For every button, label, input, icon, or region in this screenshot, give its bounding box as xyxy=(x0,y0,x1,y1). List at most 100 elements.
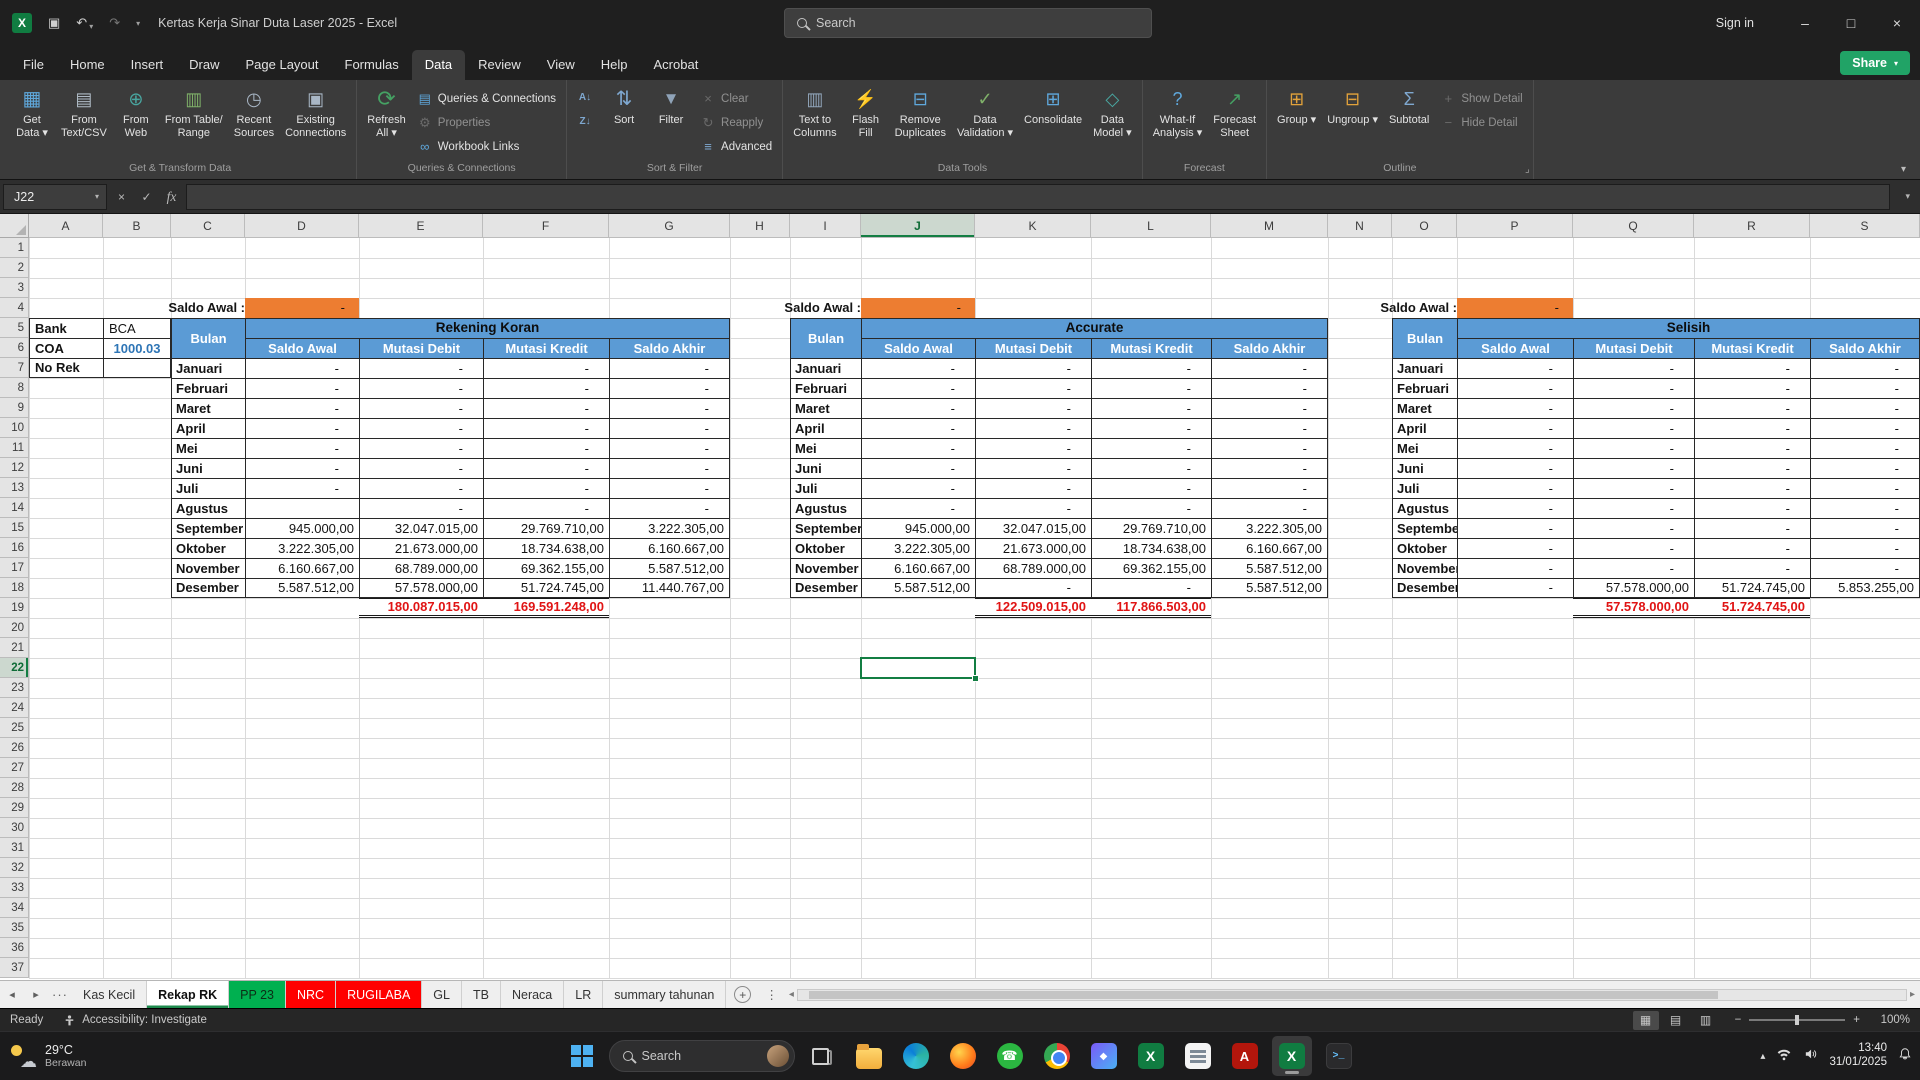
cell-J11[interactable]: - xyxy=(861,438,975,458)
column-header-D[interactable]: D xyxy=(245,214,359,238)
cell-P13[interactable]: - xyxy=(1457,478,1573,498)
cell-R8[interactable]: - xyxy=(1694,378,1810,398)
column-header-L[interactable]: L xyxy=(1091,214,1211,238)
cell-I14[interactable]: Agustus xyxy=(790,498,861,518)
cell-E19[interactable]: 180.087.015,00 xyxy=(359,598,483,618)
row-header-29[interactable]: 29 xyxy=(0,798,29,818)
cell-M9[interactable]: - xyxy=(1211,398,1328,418)
cell-C4[interactable]: Saldo Awal : xyxy=(171,298,245,318)
cell-M18[interactable]: 5.587.512,00 xyxy=(1211,578,1328,598)
cell-J12[interactable]: - xyxy=(861,458,975,478)
cell-R16[interactable]: - xyxy=(1694,538,1810,558)
cell-C5[interactable]: Bulan xyxy=(171,318,245,358)
cell-A7[interactable]: No Rek xyxy=(29,358,103,378)
cell-K16[interactable]: 21.673.000,00 xyxy=(975,538,1091,558)
cell-K12[interactable]: - xyxy=(975,458,1091,478)
filter-button[interactable]: ▼Filter xyxy=(648,82,694,160)
cell-R14[interactable]: - xyxy=(1694,498,1810,518)
cell-I16[interactable]: Oktober xyxy=(790,538,861,558)
cell-S7[interactable]: - xyxy=(1810,358,1920,378)
row-header-6[interactable]: 6 xyxy=(0,338,29,358)
cell-P14[interactable]: - xyxy=(1457,498,1573,518)
cell-R17[interactable]: - xyxy=(1694,558,1810,578)
cell-L11[interactable]: - xyxy=(1091,438,1211,458)
cell-L13[interactable]: - xyxy=(1091,478,1211,498)
cell-P18[interactable]: - xyxy=(1457,578,1573,598)
row-header-21[interactable]: 21 xyxy=(0,638,29,658)
cell-P15[interactable]: - xyxy=(1457,518,1573,538)
cell-O11[interactable]: Mei xyxy=(1392,438,1457,458)
cell-O5[interactable]: Bulan xyxy=(1392,318,1457,358)
cell-S8[interactable]: - xyxy=(1810,378,1920,398)
cell-C15[interactable]: September xyxy=(171,518,245,538)
cell-C9[interactable]: Maret xyxy=(171,398,245,418)
cell-O14[interactable]: Agustus xyxy=(1392,498,1457,518)
cell-C13[interactable]: Juli xyxy=(171,478,245,498)
customize-qat-button[interactable]: ▾ xyxy=(136,19,140,28)
subtotal-button[interactable]: ΣSubtotal xyxy=(1384,82,1434,160)
cell-E8[interactable]: - xyxy=(359,378,483,398)
row-header-17[interactable]: 17 xyxy=(0,558,29,578)
enter-icon[interactable]: ✓ xyxy=(134,190,159,204)
sheet-tab-pp-23[interactable]: PP 23 xyxy=(229,981,286,1008)
cell-E12[interactable]: - xyxy=(359,458,483,478)
cell-L6[interactable]: Mutasi Kredit xyxy=(1091,338,1211,358)
sheet-nav-right-icon[interactable]: ▸ xyxy=(24,981,48,1008)
sheet-tab-nrc[interactable]: NRC xyxy=(286,981,336,1008)
cell-R15[interactable]: - xyxy=(1694,518,1810,538)
ribbon-tab-formulas[interactable]: Formulas xyxy=(332,50,412,80)
cell-S6[interactable]: Saldo Akhir xyxy=(1810,338,1920,358)
scrollbar-thumb[interactable] xyxy=(809,991,1718,999)
column-header-C[interactable]: C xyxy=(171,214,245,238)
excel-app-icon[interactable]: X xyxy=(12,13,32,33)
forecast-sheet-button[interactable]: ↗Forecast Sheet xyxy=(1208,82,1261,160)
row-header-37[interactable]: 37 xyxy=(0,958,29,978)
cell-E18[interactable]: 57.578.000,00 xyxy=(359,578,483,598)
cell-F16[interactable]: 18.734.638,00 xyxy=(483,538,609,558)
cell-Q17[interactable]: - xyxy=(1573,558,1694,578)
cell-G13[interactable]: - xyxy=(609,478,730,498)
cell-S14[interactable]: - xyxy=(1810,498,1920,518)
taskbar-whatsapp-button[interactable] xyxy=(990,1036,1030,1076)
cell-F19[interactable]: 169.591.248,00 xyxy=(483,598,609,618)
taskbar-terminal-button[interactable] xyxy=(1319,1036,1359,1076)
taskbar-onenote-button[interactable] xyxy=(1178,1036,1218,1076)
taskbar-firefox-button[interactable] xyxy=(943,1036,983,1076)
cell-L9[interactable]: - xyxy=(1091,398,1211,418)
from-text-csv-button[interactable]: ▤From Text/CSV xyxy=(56,82,112,160)
cell-R19[interactable]: 51.724.745,00 xyxy=(1694,598,1810,618)
cell-J6[interactable]: Saldo Awal xyxy=(861,338,975,358)
cell-P10[interactable]: - xyxy=(1457,418,1573,438)
cell-C16[interactable]: Oktober xyxy=(171,538,245,558)
cell-D7[interactable]: - xyxy=(245,358,359,378)
cell-K14[interactable]: - xyxy=(975,498,1091,518)
cell-R18[interactable]: 51.724.745,00 xyxy=(1694,578,1810,598)
cell-G7[interactable]: - xyxy=(609,358,730,378)
row-header-15[interactable]: 15 xyxy=(0,518,29,538)
cell-O15[interactable]: September xyxy=(1392,518,1457,538)
cell-Q12[interactable]: - xyxy=(1573,458,1694,478)
view-page-break-button[interactable]: ▥ xyxy=(1693,1011,1719,1030)
cell-S12[interactable]: - xyxy=(1810,458,1920,478)
cell-L15[interactable]: 29.769.710,00 xyxy=(1091,518,1211,538)
cell-C10[interactable]: April xyxy=(171,418,245,438)
row-header-26[interactable]: 26 xyxy=(0,738,29,758)
row-header-30[interactable]: 30 xyxy=(0,818,29,838)
select-all-corner[interactable] xyxy=(0,214,29,238)
cancel-icon[interactable]: × xyxy=(109,190,134,204)
column-header-P[interactable]: P xyxy=(1457,214,1573,238)
scroll-left-icon[interactable]: ◂ xyxy=(789,989,794,1000)
cell-R7[interactable]: - xyxy=(1694,358,1810,378)
cell-I15[interactable]: September xyxy=(790,518,861,538)
cell-J4[interactable]: - xyxy=(861,298,975,318)
cell-L10[interactable]: - xyxy=(1091,418,1211,438)
sheet-nav-left-icon[interactable]: ◂ xyxy=(0,981,24,1008)
cell-C14[interactable]: Agustus xyxy=(171,498,245,518)
cell-O17[interactable]: November xyxy=(1392,558,1457,578)
cell-F18[interactable]: 51.724.745,00 xyxy=(483,578,609,598)
cell-F14[interactable]: - xyxy=(483,498,609,518)
accessibility-status[interactable]: Accessibility: Investigate xyxy=(53,1014,217,1027)
cell-P5[interactable]: Selisih xyxy=(1457,318,1920,338)
cell-M10[interactable]: - xyxy=(1211,418,1328,438)
cell-R6[interactable]: Mutasi Kredit xyxy=(1694,338,1810,358)
